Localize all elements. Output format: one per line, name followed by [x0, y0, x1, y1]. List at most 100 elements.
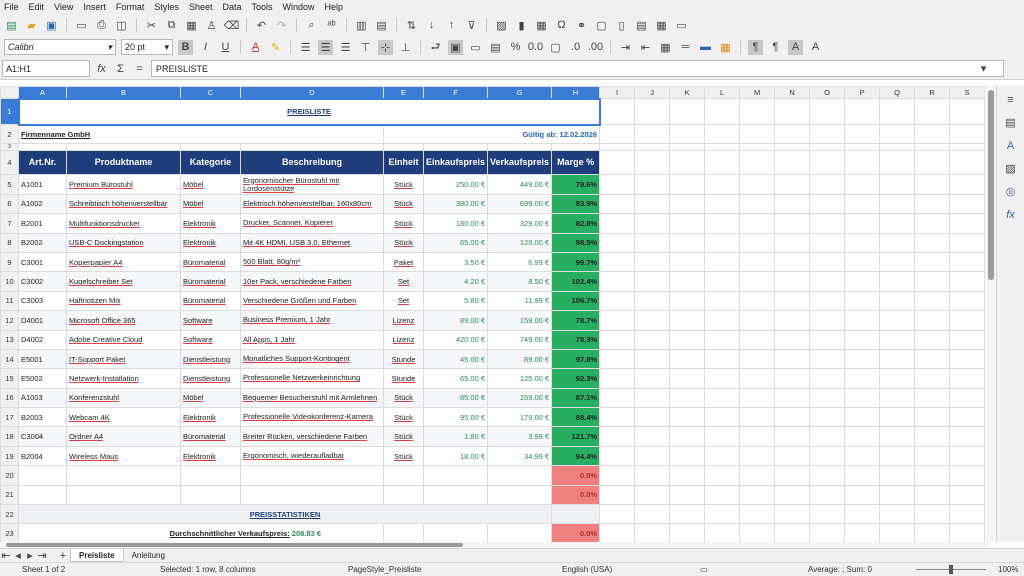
cell[interactable]: [949, 523, 986, 542]
sales-price-cell[interactable]: 11.99 €: [487, 290, 553, 312]
indent-icon[interactable]: ⇥: [618, 40, 633, 55]
column-header[interactable]: B: [66, 86, 181, 99]
row-header[interactable]: 8: [0, 232, 19, 253]
cell[interactable]: [634, 407, 671, 428]
column-header[interactable]: O: [809, 86, 846, 99]
cell[interactable]: [914, 290, 951, 312]
cell[interactable]: [879, 123, 916, 145]
cell[interactable]: [18, 484, 67, 506]
cell[interactable]: [599, 251, 636, 273]
cell[interactable]: [383, 523, 424, 542]
cell[interactable]: [914, 174, 951, 195]
cell[interactable]: [669, 407, 706, 428]
find-icon[interactable]: ⌕: [304, 18, 319, 33]
cell[interactable]: [739, 426, 776, 447]
row-header[interactable]: 14: [0, 348, 19, 370]
prev-sheet-icon[interactable]: ◂: [12, 548, 24, 563]
cell[interactable]: [487, 523, 553, 542]
article-number-cell[interactable]: D4002: [18, 329, 67, 350]
cell[interactable]: [949, 387, 986, 409]
cell[interactable]: [844, 348, 881, 370]
cell[interactable]: [422, 484, 489, 506]
product-name-cell[interactable]: USB-C Dockingstation: [66, 232, 181, 253]
column-header[interactable]: P: [844, 86, 881, 99]
description-cell[interactable]: Verschiedene Größen und Farben: [240, 290, 384, 312]
cell[interactable]: [634, 213, 671, 234]
cell[interactable]: [774, 174, 811, 195]
unit-cell[interactable]: Stunde: [383, 348, 424, 370]
sales-price-cell[interactable]: 329.00 €: [487, 213, 553, 234]
column-header[interactable]: K: [669, 86, 706, 99]
cell[interactable]: [634, 232, 671, 253]
tab-anleitung[interactable]: Anleitung: [124, 549, 173, 562]
ltr-icon[interactable]: ¶: [748, 39, 763, 55]
cell[interactable]: [809, 174, 846, 195]
cell[interactable]: [879, 348, 916, 370]
cell[interactable]: [914, 232, 951, 253]
cell[interactable]: [949, 232, 986, 253]
column-header[interactable]: D: [240, 86, 384, 99]
cell[interactable]: [879, 98, 916, 125]
cell[interactable]: [914, 426, 951, 447]
cell[interactable]: [634, 426, 671, 447]
purchase-price-cell[interactable]: 3.50 €: [422, 251, 489, 273]
cell[interactable]: [844, 465, 881, 486]
column-header[interactable]: R: [914, 86, 951, 99]
menu-help[interactable]: Help: [325, 2, 344, 12]
article-number-cell[interactable]: A1001: [18, 174, 67, 195]
cell[interactable]: [634, 523, 671, 542]
cell[interactable]: [599, 271, 636, 292]
cell[interactable]: [669, 143, 706, 152]
cell[interactable]: [809, 465, 846, 486]
menu-edit[interactable]: Edit: [29, 2, 45, 12]
cell[interactable]: [704, 232, 741, 253]
purchase-price-cell[interactable]: 1.80 €: [422, 426, 489, 447]
column-header[interactable]: Q: [879, 86, 916, 99]
cell[interactable]: [704, 465, 741, 486]
print-icon[interactable]: ⎙: [94, 18, 109, 33]
align-right-icon[interactable]: ☰: [338, 40, 353, 55]
cell[interactable]: [739, 329, 776, 350]
category-cell[interactable]: Software: [180, 310, 241, 331]
function-wizard-icon[interactable]: fx: [94, 61, 109, 76]
product-name-cell[interactable]: Haftnotizen Mix: [66, 290, 181, 312]
cell[interactable]: [704, 445, 741, 467]
cell[interactable]: [879, 426, 916, 447]
row-header[interactable]: 15: [0, 368, 19, 389]
cell[interactable]: [383, 484, 424, 506]
add-decimal-icon[interactable]: .0: [568, 40, 583, 55]
cell[interactable]: [704, 150, 741, 176]
row-header[interactable]: 1: [0, 98, 19, 125]
merge-center-icon[interactable]: ▣: [448, 39, 463, 55]
product-name-cell[interactable]: Microsoft Office 365: [66, 310, 181, 331]
expand-formula-icon[interactable]: ▾: [976, 61, 991, 76]
title-cell[interactable]: PREISLISTE: [17, 97, 601, 126]
cell[interactable]: [704, 387, 741, 409]
article-number-cell[interactable]: C3002: [18, 271, 67, 292]
border-style-icon[interactable]: ═: [678, 40, 693, 55]
font-color-icon[interactable]: A: [248, 40, 263, 55]
cell[interactable]: [599, 174, 636, 195]
unit-cell[interactable]: Set: [383, 290, 424, 312]
cell[interactable]: [879, 174, 916, 195]
article-number-cell[interactable]: E5002: [18, 368, 67, 389]
cell[interactable]: [669, 387, 706, 409]
description-cell[interactable]: Breiter Rücken, verschiedene Farben: [240, 426, 384, 447]
average-price-label[interactable]: Durchschnittlicher Verkaufspreis: 208.83…: [18, 523, 384, 542]
category-cell[interactable]: Büromaterial: [180, 271, 241, 292]
save-icon[interactable]: ▣: [44, 18, 59, 33]
cell[interactable]: [669, 193, 706, 215]
cell[interactable]: [949, 368, 986, 389]
cell[interactable]: [809, 426, 846, 447]
sales-price-cell[interactable]: 159.00 €: [487, 310, 553, 331]
cell[interactable]: [634, 504, 671, 525]
cell[interactable]: [669, 484, 706, 506]
new-icon[interactable]: ▤: [4, 18, 19, 33]
margin-cell[interactable]: 78.3%: [551, 329, 601, 350]
pivot-icon[interactable]: ▦: [534, 18, 549, 33]
cell[interactable]: [634, 271, 671, 292]
category-cell[interactable]: Elektronik: [180, 407, 241, 428]
cell[interactable]: [879, 368, 916, 389]
status-language[interactable]: English (USA): [562, 565, 612, 574]
equals-icon[interactable]: =: [132, 61, 147, 76]
